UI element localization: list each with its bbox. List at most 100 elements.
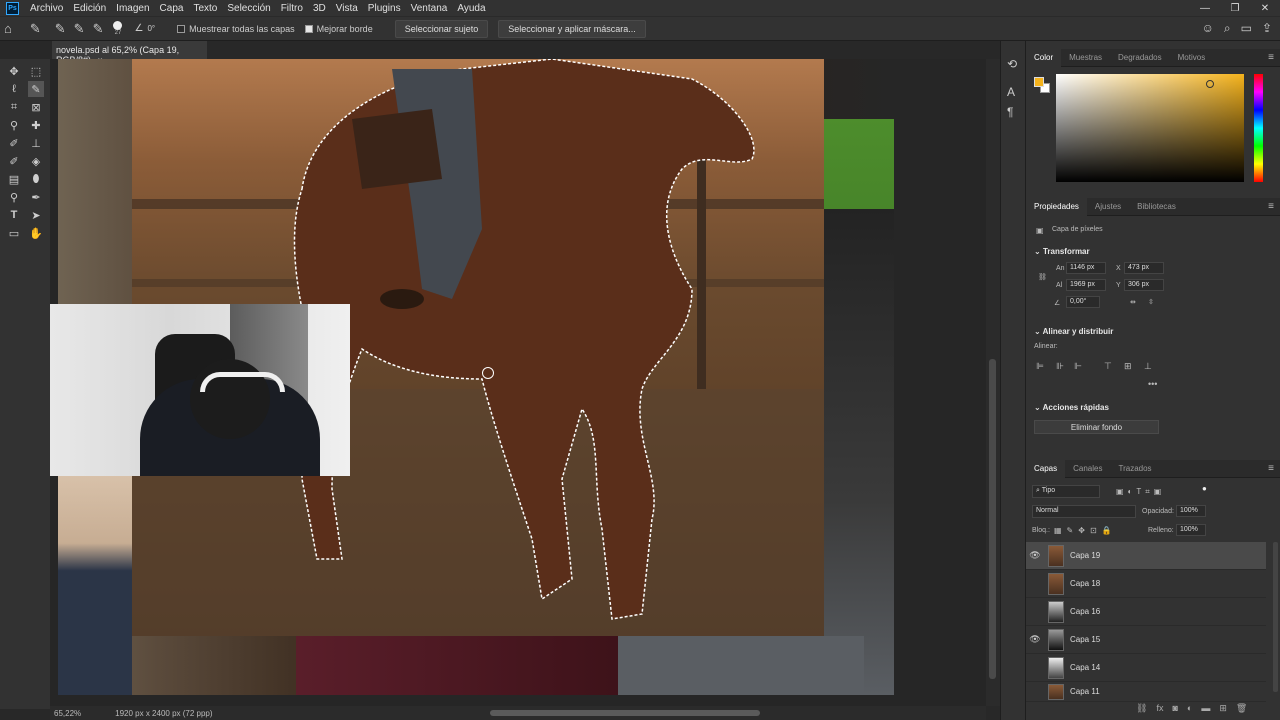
enhance-edge-checkbox[interactable]: Mejorar borde [304, 24, 373, 34]
path-selection-icon[interactable]: ➤ [28, 207, 44, 223]
tab-motivos[interactable]: Motivos [1170, 53, 1214, 62]
menu-vista[interactable]: Vista [331, 3, 363, 14]
menu-filtro[interactable]: Filtro [276, 3, 308, 14]
layer-row-capa-14[interactable]: Capa 14 [1026, 654, 1266, 682]
select-and-mask-button[interactable]: Seleccionar y aplicar máscara... [498, 19, 646, 38]
rectangle-tool-icon[interactable]: ▭ [6, 225, 22, 241]
panel-menu-icon[interactable]: ≡ [1268, 52, 1274, 63]
visibility-eye-icon[interactable]: 👁 [1026, 634, 1044, 645]
remove-background-button[interactable]: Eliminar fondo [1034, 420, 1159, 434]
brush-new-icon[interactable]: ✎ [74, 21, 85, 37]
brush-add-icon[interactable]: ✎ [55, 21, 66, 37]
frame-tool-icon[interactable]: ⊠ [28, 99, 44, 115]
align-top-icon[interactable]: ⊤ [1104, 361, 1112, 372]
link-icon[interactable]: ⛓ [1038, 273, 1047, 281]
layer-row-capa-15[interactable]: 👁 Capa 15 [1026, 626, 1266, 654]
opacity-field[interactable]: 100% [1176, 505, 1206, 517]
tab-muestras[interactable]: Muestras [1061, 53, 1110, 62]
quick-actions-heading[interactable]: ⌄ Acciones rápidas [1034, 403, 1109, 412]
menu-3d[interactable]: 3D [308, 3, 331, 14]
layer-style-icon[interactable]: fx [1156, 703, 1163, 714]
align-left-icon[interactable]: ⊫ [1036, 361, 1044, 372]
eyedropper-tool-icon[interactable]: ⚲ [6, 117, 22, 133]
menu-capa[interactable]: Capa [155, 3, 189, 14]
add-mask-icon[interactable]: ◙ [1172, 703, 1177, 714]
paragraph-icon[interactable]: ¶ [1007, 105, 1013, 119]
character-icon[interactable]: A [1007, 85, 1015, 99]
layer-row-capa-16[interactable]: Capa 16 [1026, 598, 1266, 626]
brush-tool-icon[interactable]: ✐ [6, 135, 22, 151]
align-bottom-icon[interactable]: ⊥ [1144, 361, 1152, 372]
sample-all-layers-checkbox[interactable]: Muestrear todas las capas [177, 24, 295, 34]
tab-canales[interactable]: Canales [1065, 464, 1110, 473]
vertical-scrollbar[interactable] [986, 59, 1000, 706]
tab-bibliotecas[interactable]: Bibliotecas [1129, 202, 1184, 211]
x-field[interactable]: 473 px [1124, 262, 1164, 274]
blend-mode-select[interactable]: Normal [1032, 505, 1136, 518]
align-right-icon[interactable]: ⊩ [1074, 361, 1082, 372]
tab-propiedades[interactable]: Propiedades [1026, 197, 1087, 216]
width-field[interactable]: 1146 px [1066, 262, 1106, 274]
properties-menu-icon[interactable]: ≡ [1268, 201, 1274, 212]
canvas-area[interactable] [50, 59, 986, 706]
layer-row-capa-19[interactable]: 👁 Capa 19 [1026, 542, 1266, 570]
new-layer-icon[interactable]: ⊞ [1219, 703, 1227, 714]
delete-layer-icon[interactable]: 🗑 [1236, 703, 1247, 714]
eraser-tool-icon[interactable]: ◈ [28, 153, 44, 169]
tab-color[interactable]: Color [1026, 48, 1062, 67]
menu-plugins[interactable]: Plugins [363, 3, 406, 14]
layer-filter-select[interactable]: ⌕ Tipo [1032, 485, 1100, 498]
quick-selection-icon[interactable]: ✎ [28, 81, 44, 97]
brush-subtract-icon[interactable]: ✎ [93, 21, 104, 37]
menu-texto[interactable]: Texto [188, 3, 222, 14]
align-center-h-icon[interactable]: ⊪ [1056, 361, 1064, 372]
more-options-icon[interactable]: ••• [1148, 379, 1157, 389]
home-icon[interactable]: ⌂ [4, 21, 12, 36]
adjustment-layer-icon[interactable]: ◐ [1187, 703, 1192, 714]
y-field[interactable]: 306 px [1124, 279, 1164, 291]
tab-ajustes[interactable]: Ajustes [1087, 202, 1129, 211]
lock-icons[interactable]: ▦✎✥⊡🔒 [1054, 526, 1117, 535]
link-layers-icon[interactable]: ⛓ [1136, 703, 1147, 714]
brush-preset-picker[interactable]: 27 [113, 21, 123, 36]
search-help-icon[interactable]: ☺ [1202, 21, 1214, 36]
horizontal-scroll-thumb[interactable] [490, 710, 760, 716]
new-group-icon[interactable]: ▬ [1201, 703, 1210, 714]
marquee-tool-icon[interactable]: ⬚ [28, 63, 44, 79]
fill-field[interactable]: 100% [1176, 524, 1206, 536]
healing-tool-icon[interactable]: ✚ [28, 117, 44, 133]
workspace-icon[interactable]: ▭ [1241, 21, 1252, 36]
zoom-level[interactable]: 65,22% [54, 709, 81, 718]
layers-menu-icon[interactable]: ≡ [1268, 463, 1274, 474]
move-tool-icon[interactable]: ✥ [6, 63, 22, 79]
align-heading[interactable]: ⌄ Alinear y distribuir [1034, 327, 1113, 336]
quick-selection-tool-icon[interactable]: ✎ [30, 21, 41, 37]
maximize-button[interactable]: ❐ [1220, 0, 1250, 16]
pen-tool-icon[interactable]: ✒ [28, 189, 44, 205]
layer-row-capa-18[interactable]: Capa 18 [1026, 570, 1266, 598]
vertical-scroll-thumb[interactable] [989, 359, 996, 679]
filter-toggle-icon[interactable]: ● [1202, 484, 1207, 493]
angle-value[interactable]: 0° [147, 24, 155, 33]
history-brush-icon[interactable]: ✐ [6, 153, 22, 169]
hand-tool-icon[interactable]: ✋ [28, 225, 44, 241]
height-field[interactable]: 1969 px [1066, 279, 1106, 291]
menu-ventana[interactable]: Ventana [406, 3, 453, 14]
hue-slider[interactable] [1254, 74, 1263, 182]
tab-capas[interactable]: Capas [1026, 459, 1066, 478]
flip-horizontal-icon[interactable]: ⇹ [1130, 298, 1136, 306]
gradient-tool-icon[interactable]: ▤ [6, 171, 22, 187]
type-tool-icon[interactable]: T [6, 207, 22, 223]
rotation-field[interactable]: 0,00° [1066, 296, 1100, 308]
minimize-button[interactable]: — [1190, 0, 1220, 16]
dodge-tool-icon[interactable]: ⚲ [6, 189, 22, 205]
menu-edicion[interactable]: Edición [68, 3, 111, 14]
layers-scrollbar[interactable] [1273, 542, 1278, 692]
tab-degradados[interactable]: Degradados [1110, 53, 1170, 62]
stamp-tool-icon[interactable]: ⊥ [28, 135, 44, 151]
layer-row-capa-11[interactable]: Capa 11 [1026, 682, 1266, 702]
filter-icons[interactable]: ▣◐T⌗▣ [1116, 487, 1165, 497]
visibility-eye-icon[interactable]: 👁 [1026, 550, 1044, 561]
align-center-v-icon[interactable]: ⊞ [1124, 361, 1132, 372]
menu-archivo[interactable]: Archivo [25, 3, 68, 14]
